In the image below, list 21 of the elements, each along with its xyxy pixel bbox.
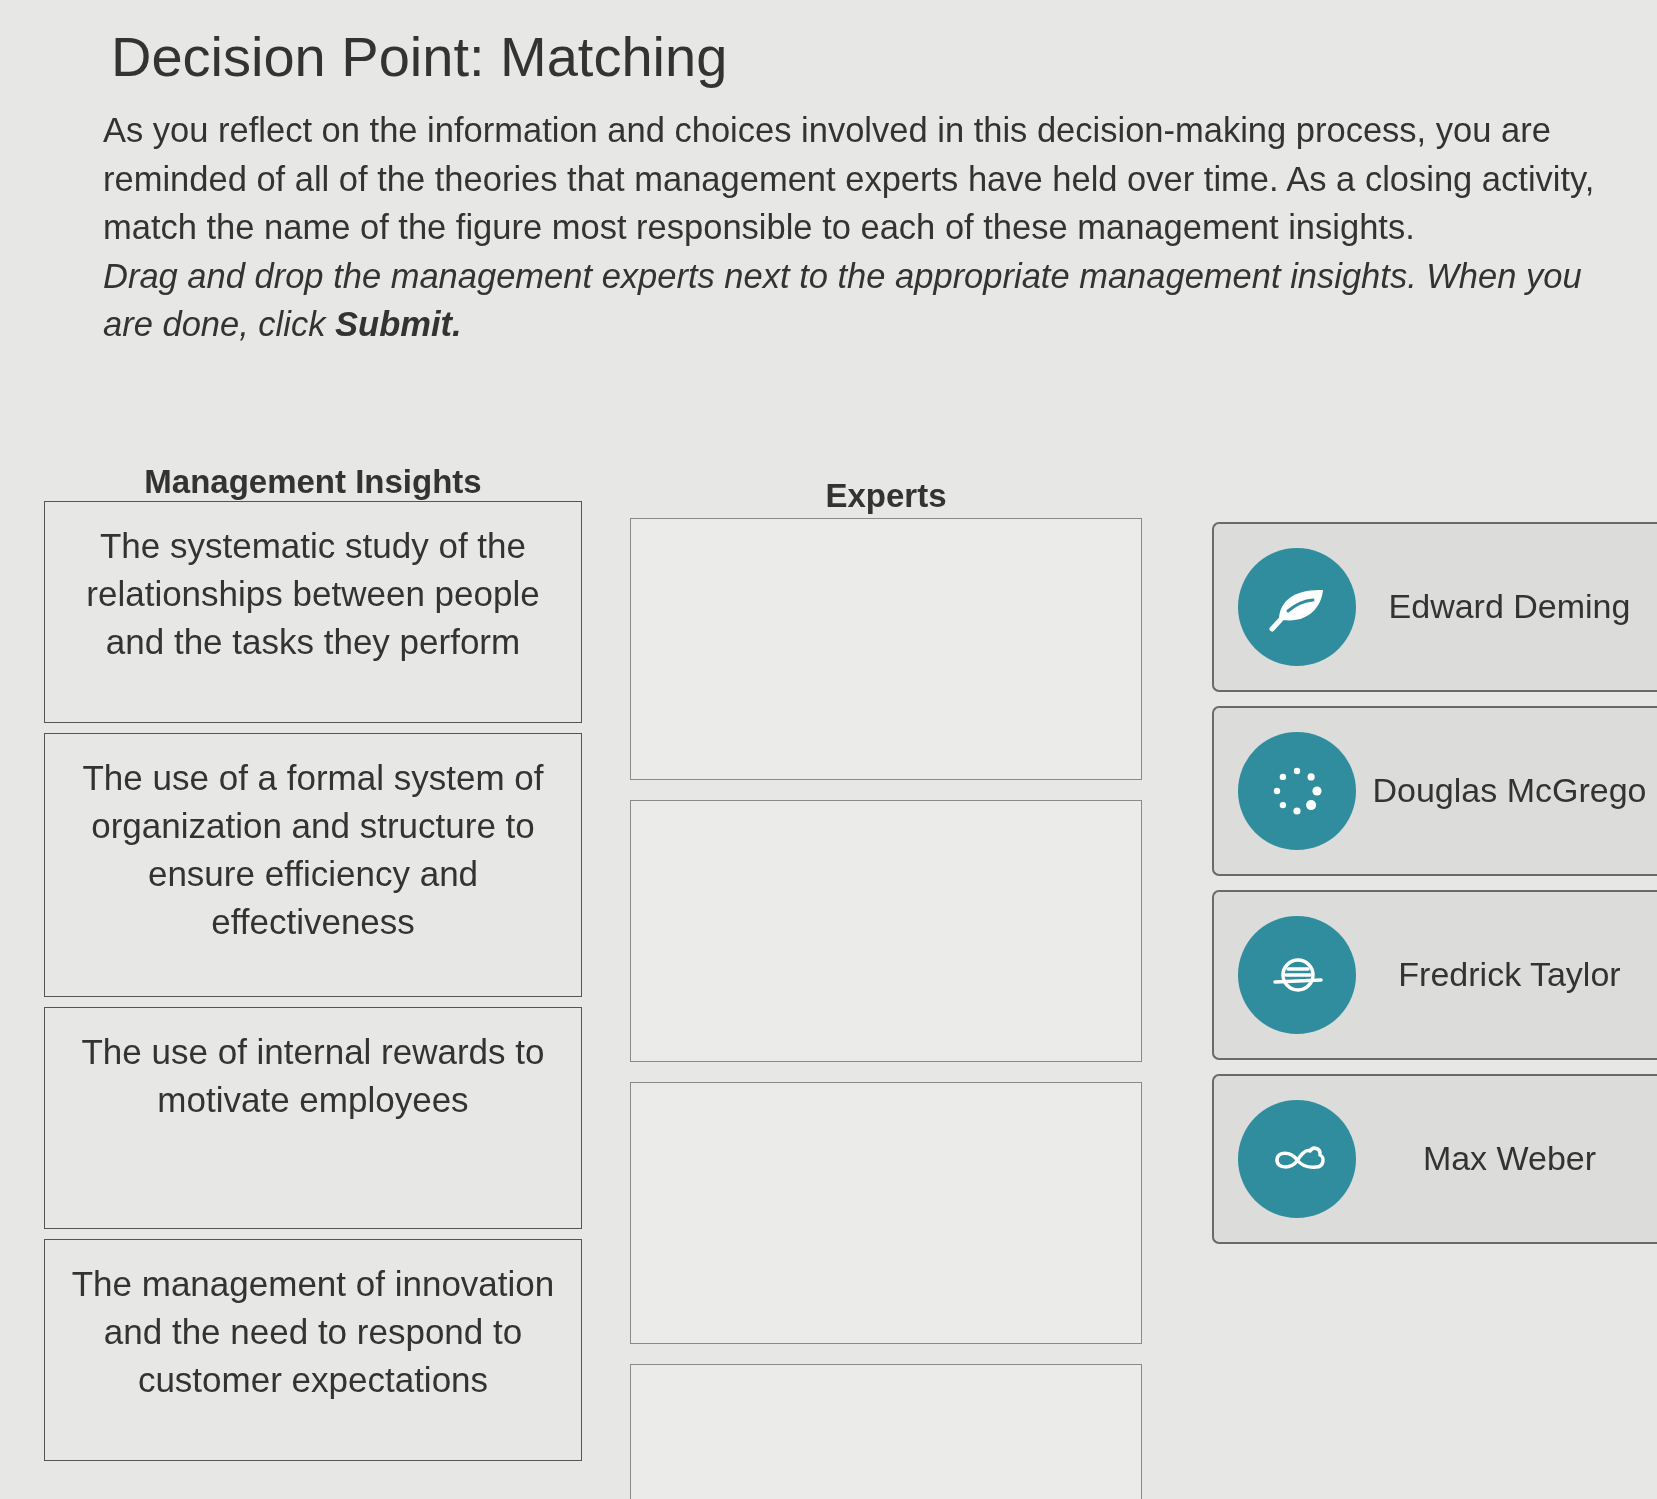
instructions-text: Drag and drop the management experts next to the appropriate management insights. When you are done, click Submit. (103, 255, 1583, 346)
drop-zone[interactable] (630, 517, 1142, 780)
intro-paragraph: As you reflect on the information and choices involved in this decision-making process, you are reminded of all of the theories that management experts have held over time. As a closing activity, match the name of the figure most responsible to each of these management insights. (103, 110, 1596, 249)
dotted-ring-icon (1238, 731, 1356, 850)
expert-card[interactable]: Max Weber (1212, 1073, 1657, 1244)
leaf-icon (1238, 547, 1356, 666)
lined-circle-icon (1238, 915, 1356, 1034)
expert-card[interactable]: Fredrick Taylor (1212, 889, 1657, 1060)
insight-card: The use of internal rewards to motivate employees (44, 1006, 582, 1229)
drop-zone[interactable] (630, 1363, 1142, 1499)
page-title: Decision Point: Matching (111, 24, 728, 90)
drop-zone[interactable] (630, 1081, 1142, 1344)
insight-card: The systematic study of the relationships between people and the tasks they perform (44, 500, 582, 723)
column-heading: Experts (825, 476, 947, 515)
drop-zone[interactable] (630, 799, 1142, 1062)
loop-icon (1238, 1099, 1356, 1218)
column-heading: Management Insights (144, 462, 482, 501)
insight-card: The management of innovation and the need to respond to customer expectations (44, 1238, 582, 1461)
insight-card: The use of a formal system of organization and structure to ensure efficiency and effectiveness (44, 732, 582, 997)
expert-card[interactable]: Edward Deming (1212, 521, 1657, 692)
expert-card[interactable]: Douglas McGrego (1212, 705, 1657, 876)
